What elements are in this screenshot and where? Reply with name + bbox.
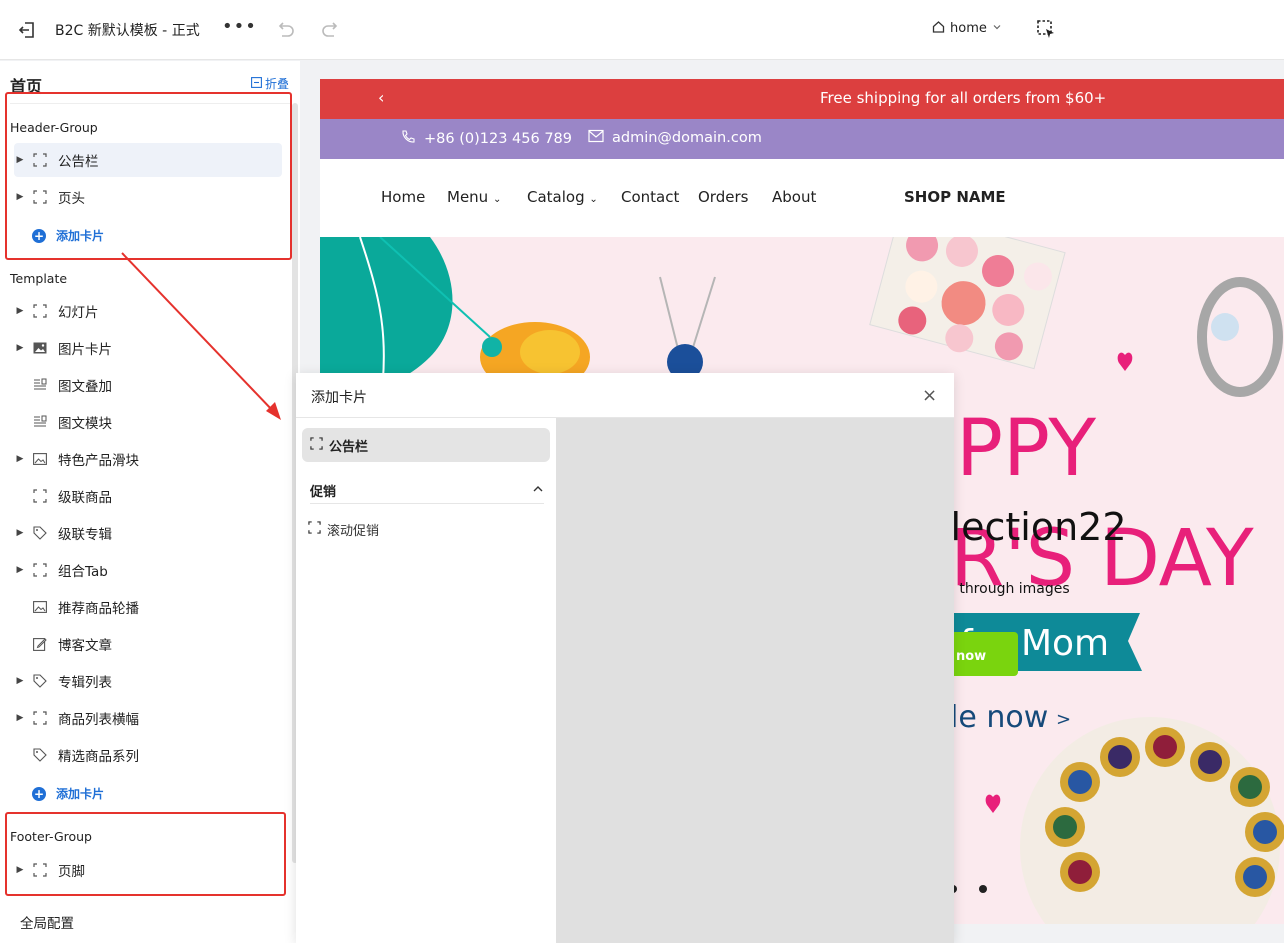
close-icon[interactable]: ×: [922, 385, 937, 406]
card-option-label: 公告栏: [329, 439, 369, 455]
card-preview-area: [556, 418, 954, 943]
card-option-announcement[interactable]: 公告栏: [302, 428, 550, 462]
card-list: 公告栏 促销 滚动促销: [296, 418, 556, 943]
category-label: 促销: [310, 485, 337, 500]
card-option-scroll-promo[interactable]: 滚动促销: [308, 520, 379, 539]
dashed-square-icon: [308, 521, 321, 538]
chevron-up-icon: [532, 483, 544, 499]
card-category-promotion[interactable]: 促销: [310, 478, 544, 504]
dashed-square-icon: [310, 436, 323, 454]
add-card-dialog: 添加卡片 × 公告栏 促销 滚动促销: [296, 373, 954, 943]
dialog-title: 添加卡片: [311, 390, 367, 406]
card-option-label: 滚动促销: [327, 524, 380, 539]
